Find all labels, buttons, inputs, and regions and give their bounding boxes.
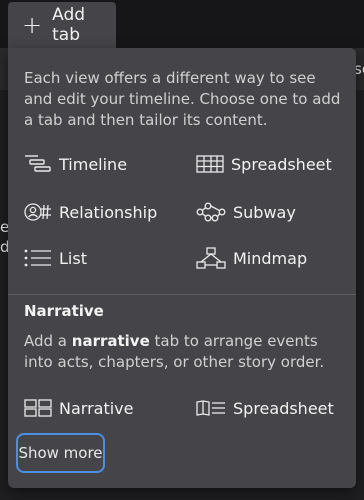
view-option-mindmap[interactable]: Mindmap xyxy=(196,246,307,270)
view-option-relationship[interactable]: Relationship xyxy=(24,200,157,224)
add-tab-label: Add tab xyxy=(52,5,86,45)
view-option-narrative[interactable]: Narrative xyxy=(24,396,133,420)
view-option-label: Subway xyxy=(233,202,296,222)
view-option-label: Narrative xyxy=(59,398,134,418)
view-option-spreadsheet[interactable]: Spreadsheet xyxy=(196,152,332,176)
relationship-icon xyxy=(24,203,51,221)
narrative-grid-icon xyxy=(24,399,52,417)
spreadsheet-icon xyxy=(196,155,224,173)
view-option-narrative-spreadsheet[interactable]: Spreadsheet xyxy=(196,396,334,420)
view-option-list[interactable]: List xyxy=(24,246,87,270)
book-spreadsheet-icon xyxy=(196,400,225,416)
list-icon xyxy=(24,249,51,267)
view-option-timeline[interactable]: Timeline xyxy=(24,152,127,176)
show-more-button[interactable]: Show more xyxy=(16,433,105,473)
desc-bold-text: narrative xyxy=(71,332,150,350)
view-option-label: Relationship xyxy=(59,202,158,222)
narrative-section-title: Narrative xyxy=(24,302,104,320)
view-option-label: Spreadsheet xyxy=(233,398,334,418)
add-tab-popover: Each view offers a different way to see … xyxy=(8,48,356,488)
section-divider xyxy=(8,294,356,295)
view-option-label: Mindmap xyxy=(233,248,308,268)
add-tab-button[interactable]: + Add tab xyxy=(8,2,116,48)
subway-icon xyxy=(196,202,226,222)
desc-text: Add a xyxy=(24,332,72,350)
view-option-label: Spreadsheet xyxy=(231,154,332,174)
timeline-icon xyxy=(25,155,51,172)
view-option-label: Timeline xyxy=(59,154,128,174)
narrative-section-description: Add a narrative tab to arrange events in… xyxy=(24,331,344,373)
plus-icon: + xyxy=(22,11,43,39)
view-option-subway[interactable]: Subway xyxy=(196,200,296,224)
popover-intro: Each view offers a different way to see … xyxy=(24,69,341,129)
view-option-label: List xyxy=(59,248,87,268)
mindmap-icon xyxy=(196,247,226,269)
